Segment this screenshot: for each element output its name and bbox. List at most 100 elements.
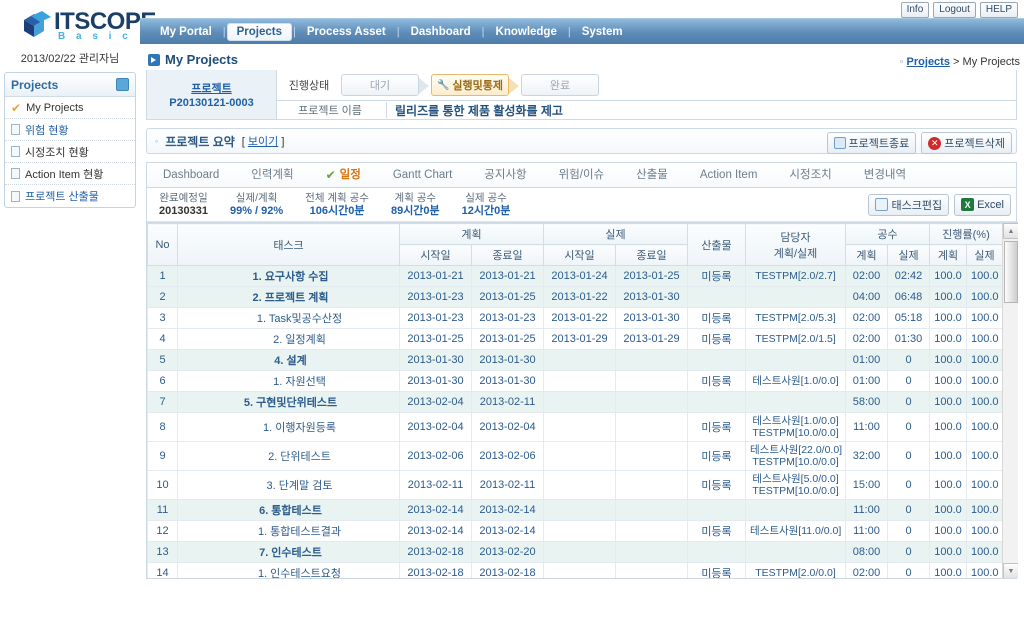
tab-corrective-action[interactable]: 시정조치 bbox=[773, 163, 847, 187]
logout-button[interactable]: Logout bbox=[933, 2, 976, 18]
tab-schedule[interactable]: ✔ 일정 bbox=[310, 163, 377, 187]
sidebar-item-action-item-status[interactable]: Action Item 현황 bbox=[5, 163, 135, 185]
table-row[interactable]: 7 5. 구현및단위테스트 2013-02-04 2013-02-11 58:00 0 10… bbox=[147, 391, 1003, 413]
summary-toggle[interactable]: [ 보이기 ] bbox=[242, 133, 285, 149]
project-end-label: 프로젝트종료 bbox=[848, 138, 910, 150]
project-delete-button[interactable]: ✕ 프로젝트삭제 bbox=[921, 132, 1012, 154]
table-row[interactable]: 4 2. 일정계획 2013-01-25 2013-01-25 2013-01-29 20… bbox=[147, 328, 1003, 350]
sidebar-item-corrective-action-status[interactable]: 시정조치 현황 bbox=[5, 141, 135, 163]
table-row[interactable]: 10 3. 단계말 검토 2013-02-11 2013-02-11 미등록 테스트사원[… bbox=[147, 470, 1003, 500]
row-effort-actual: 0 bbox=[887, 541, 930, 563]
col-owner: 담당자 계획/실제 bbox=[745, 223, 846, 266]
scrollbar-thumb[interactable] bbox=[1004, 241, 1018, 303]
row-plan-start: 2013-01-21 bbox=[399, 265, 472, 287]
summary-title: 프로젝트 요약 bbox=[165, 134, 235, 149]
tab-action-item[interactable]: Action Item bbox=[684, 163, 774, 187]
row-actual-start bbox=[543, 520, 616, 542]
nav-dashboard[interactable]: Dashboard bbox=[401, 23, 481, 41]
nav-projects[interactable]: Projects bbox=[226, 22, 293, 41]
tab-manpower-plan[interactable]: 인력계획 bbox=[235, 163, 309, 187]
row-actual-end bbox=[615, 499, 688, 521]
table-row[interactable]: 9 2. 단위테스트 2013-02-06 2013-02-06 미등록 테스트사원[22… bbox=[147, 441, 1003, 471]
table-row[interactable]: 11 6. 통합테스트 2013-02-14 2013-02-14 11:00 0 100.… bbox=[147, 499, 1003, 521]
state-step-waiting[interactable]: 대기 bbox=[341, 74, 429, 96]
state-step-execution[interactable]: 🔧 실행및통제 bbox=[431, 74, 519, 96]
tab-notices[interactable]: 공지사항 bbox=[468, 163, 542, 187]
col-owner-sub: 계획/실제 bbox=[773, 247, 818, 260]
delete-circle-icon: ✕ bbox=[928, 136, 942, 150]
row-task: 1. 인수테스트요청 bbox=[177, 562, 400, 578]
row-owner bbox=[745, 499, 846, 521]
brand-logo[interactable]: ITSCOPE B a s i c bbox=[8, 4, 156, 48]
sidebar: Projects ✔ My Projects 위험 현황 시정조치 현황 Act… bbox=[4, 72, 136, 208]
excel-label: Excel bbox=[977, 198, 1004, 211]
project-state-label: 진행상태 bbox=[288, 80, 330, 92]
row-effort-plan: 01:00 bbox=[845, 370, 888, 392]
table-row[interactable]: 3 1. Task및공수산정 2013-01-23 2013-01-23 2013-01… bbox=[147, 307, 1003, 329]
task-edit-button[interactable]: 태스크편집 bbox=[868, 193, 950, 216]
row-plan-end: 2013-01-30 bbox=[471, 349, 544, 371]
row-actual-end bbox=[615, 541, 688, 563]
nav-system[interactable]: System bbox=[572, 23, 633, 41]
project-action-buttons: 프로젝트종료 ✕ 프로젝트삭제 bbox=[826, 132, 1012, 154]
excel-export-button[interactable]: X Excel bbox=[954, 193, 1011, 216]
row-progress-actual: 100.0 bbox=[966, 541, 1003, 563]
table-row[interactable]: 12 1. 통합테스트결과 2013-02-14 2013-02-14 미등록 테스트사원… bbox=[147, 520, 1003, 542]
row-progress-plan: 100.0 bbox=[929, 328, 967, 350]
nav-my-portal[interactable]: My Portal bbox=[150, 23, 222, 41]
pin-icon: 🔧 bbox=[436, 79, 450, 91]
owner-line: TESTPM[10.0/0.0] bbox=[752, 427, 839, 439]
row-effort-actual: 0 bbox=[887, 520, 930, 542]
help-button[interactable]: HELP bbox=[979, 2, 1018, 18]
table-row[interactable]: 2 2. 프로젝트 계획 2013-01-23 2013-01-25 2013-01-2… bbox=[147, 286, 1003, 308]
row-plan-start: 2013-02-04 bbox=[399, 412, 472, 442]
project-end-button[interactable]: 프로젝트종료 bbox=[826, 132, 917, 154]
row-deliverable: 미등록 bbox=[687, 370, 746, 392]
user-greeting: 2013/02/22 관리자님 bbox=[20, 53, 120, 65]
row-effort-actual: 0 bbox=[887, 441, 930, 471]
table-row[interactable]: 13 7. 인수테스트 2013-02-18 2013-02-20 08:00 0 100.… bbox=[147, 541, 1003, 563]
row-deliverable bbox=[687, 286, 746, 308]
info-button[interactable]: Info bbox=[900, 2, 930, 18]
tab-deliverables[interactable]: 산출물 bbox=[620, 163, 684, 187]
tab-dashboard[interactable]: Dashboard bbox=[147, 163, 235, 187]
sidebar-item-my-projects[interactable]: ✔ My Projects bbox=[5, 97, 135, 119]
scroll-up-icon[interactable]: ▲ bbox=[1003, 223, 1018, 239]
row-deliverable: 미등록 bbox=[687, 412, 746, 442]
page-title: My Projects bbox=[148, 52, 238, 67]
row-actual-start: 2013-01-22 bbox=[543, 307, 616, 329]
scroll-down-icon[interactable]: ▼ bbox=[1003, 563, 1018, 578]
sidebar-collapse-icon[interactable] bbox=[116, 78, 129, 91]
task-table: No 태스크 계획 실제 산출물 담당자 계획/실제 공수 진행률(%) 시작일… bbox=[147, 223, 1003, 578]
col-deliverable: 산출물 bbox=[687, 223, 746, 266]
state-step-complete[interactable]: 완료 bbox=[521, 74, 599, 96]
breadcrumb-link-projects[interactable]: Projects bbox=[907, 56, 950, 68]
table-row[interactable]: 14 1. 인수테스트요청 2013-02-18 2013-02-18 미등록 TESTP… bbox=[147, 562, 1003, 578]
row-effort-actual: 06:48 bbox=[887, 286, 930, 308]
row-deliverable: 미등록 bbox=[687, 307, 746, 329]
row-actual-start bbox=[543, 391, 616, 413]
row-owner bbox=[745, 286, 846, 308]
toggle-prefix: [ bbox=[241, 136, 245, 148]
stat-value: 99% / 92% bbox=[229, 204, 284, 217]
nav-separator: | bbox=[222, 25, 226, 38]
project-id-cell[interactable]: 프로젝트 P20130121-0003 bbox=[147, 70, 277, 119]
table-vertical-scrollbar[interactable]: ▲ ▼ bbox=[1002, 223, 1018, 578]
row-progress-actual: 100.0 bbox=[966, 349, 1003, 371]
sidebar-item-project-deliverables[interactable]: 프로젝트 산출물 bbox=[5, 185, 135, 207]
table-row[interactable]: 6 1. 자원선택 2013-01-30 2013-01-30 미등록 테스트사원[1.0… bbox=[147, 370, 1003, 392]
nav-process-asset[interactable]: Process Asset bbox=[297, 23, 396, 41]
table-row[interactable]: 5 4. 설계 2013-01-30 2013-01-30 01:00 0 100.0 100… bbox=[147, 349, 1003, 371]
row-no: 4 bbox=[147, 328, 178, 350]
nav-knowledge[interactable]: Knowledge bbox=[486, 23, 567, 41]
table-row[interactable]: 8 1. 이행자원등록 2013-02-04 2013-02-04 미등록 테스트사원[1… bbox=[147, 412, 1003, 442]
sidebar-item-risk-status[interactable]: 위험 현황 bbox=[5, 119, 135, 141]
page-title-text: My Projects bbox=[165, 52, 238, 67]
table-row[interactable]: 1 1. 요구사항 수집 2013-01-21 2013-01-21 2013-01-2… bbox=[147, 265, 1003, 287]
task-table-body: 1 1. 요구사항 수집 2013-01-21 2013-01-21 2013-01-2… bbox=[147, 265, 1003, 578]
tab-risk-issue[interactable]: 위험/이슈 bbox=[543, 163, 621, 187]
tab-gantt-chart[interactable]: Gantt Chart bbox=[377, 163, 468, 187]
row-progress-plan: 100.0 bbox=[929, 286, 967, 308]
row-no: 14 bbox=[147, 562, 178, 578]
tab-change-history[interactable]: 변경내역 bbox=[848, 163, 922, 187]
